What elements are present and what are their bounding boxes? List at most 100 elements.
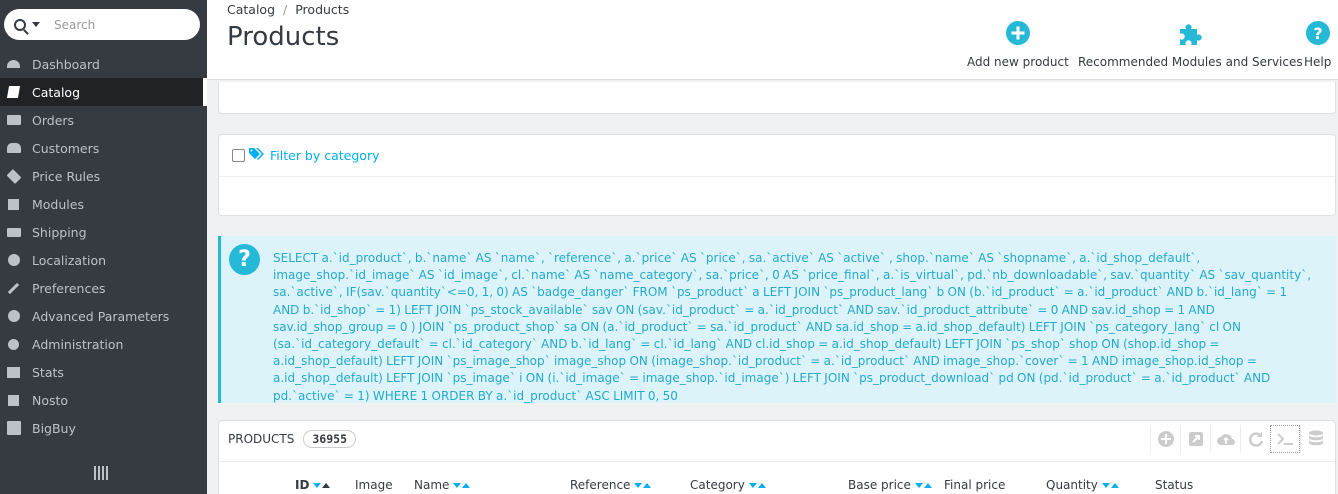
products-header: PRODUCTS 36955	[228, 430, 356, 448]
sidebar-item-administration[interactable]: Administration	[0, 330, 207, 358]
column-header-status: Status	[1155, 478, 1193, 492]
column-header-name[interactable]: Name	[414, 478, 471, 492]
add-icon[interactable]	[1150, 425, 1180, 453]
sidebar-item-label: Shipping	[32, 224, 87, 240]
products-list-panel: PRODUCTS 36955 ID Image Name Reference C…	[218, 420, 1336, 494]
column-label: Final price	[944, 478, 1006, 492]
credit-card-icon	[6, 114, 21, 127]
sidebar-item-label: Dashboard	[32, 56, 100, 72]
sort-icon[interactable]	[634, 482, 652, 488]
toolbar-label: Add new product	[967, 55, 1069, 69]
bar-chart-icon	[6, 366, 21, 379]
refresh-icon[interactable]	[1240, 425, 1270, 453]
sidebar-item-advanced-parameters[interactable]: Advanced Parameters	[0, 302, 207, 330]
sql-query-icon[interactable]	[1270, 425, 1300, 453]
help-button[interactable]: ? Help	[1304, 18, 1331, 69]
gear-icon	[6, 338, 21, 351]
toolbar-label: Recommended Modules and Services	[1078, 55, 1303, 69]
sidebar-item-catalog[interactable]: Catalog	[0, 78, 207, 106]
filter-by-category-panel: Filter by category	[218, 134, 1336, 216]
page-title: Products	[227, 22, 340, 52]
recommended-modules-button[interactable]: Recommended Modules and Services	[1078, 18, 1303, 69]
column-label: ID	[295, 478, 310, 492]
column-header-id[interactable]: ID	[295, 478, 331, 492]
sort-icon[interactable]	[1101, 482, 1119, 488]
sidebar-item-label: Catalog	[32, 84, 81, 100]
globe-icon	[6, 254, 21, 267]
book-icon	[6, 86, 21, 99]
search-input[interactable]	[54, 17, 174, 32]
wrench-icon	[6, 282, 21, 295]
export-icon[interactable]	[1180, 425, 1210, 453]
column-label: Reference	[570, 478, 631, 492]
sidebar-item-price-rules[interactable]: Price Rules	[0, 162, 207, 190]
puzzle-icon	[1078, 18, 1303, 48]
column-label: Image	[355, 478, 393, 492]
divider	[219, 461, 1335, 462]
sidebar-item-localization[interactable]: Localization	[0, 246, 207, 274]
sidebar-item-modules[interactable]: Modules	[0, 190, 207, 218]
filter-checkbox[interactable]	[232, 149, 245, 162]
help-icon: ?	[1304, 18, 1331, 48]
sort-icon[interactable]	[914, 482, 932, 488]
sql-query-alert: ? SELECT a.`id_product`, b.`name` AS `na…	[218, 236, 1336, 403]
database-icon[interactable]	[1300, 425, 1330, 453]
bigbuy-logo-icon	[6, 421, 21, 435]
list-toolbar	[1150, 425, 1330, 453]
sidebar-item-preferences[interactable]: Preferences	[0, 274, 207, 302]
sidebar-item-bigbuy[interactable]: BigBuy	[0, 414, 207, 442]
filter-header: Filter by category	[219, 135, 1335, 177]
column-label: Name	[414, 478, 450, 492]
cloud-upload-icon[interactable]	[1210, 425, 1240, 453]
breadcrumb-item: Products	[295, 2, 350, 17]
sidebar-item-label: Preferences	[32, 280, 106, 296]
sidebar: Dashboard Catalog Orders Customers Price…	[0, 0, 207, 494]
sidebar-item-nosto[interactable]: Nosto	[0, 386, 207, 414]
filter-by-category-link[interactable]: Filter by category	[270, 148, 379, 163]
search-box[interactable]	[4, 9, 200, 40]
breadcrumb-item[interactable]: Catalog	[227, 2, 275, 17]
sidebar-collapse-icon[interactable]	[94, 466, 108, 480]
column-label: Quantity	[1046, 478, 1098, 492]
sidebar-item-label: Customers	[32, 140, 100, 156]
toolbar-label: Help	[1304, 55, 1332, 69]
column-label: Base price	[848, 478, 911, 492]
add-new-product-button[interactable]: Add new product	[967, 18, 1069, 69]
column-header-category[interactable]: Category	[690, 478, 766, 492]
sidebar-item-label: Localization	[32, 252, 107, 268]
sidebar-item-label: Modules	[32, 196, 84, 212]
plus-circle-icon	[967, 18, 1069, 48]
column-header-reference[interactable]: Reference	[570, 478, 652, 492]
sidebar-item-orders[interactable]: Orders	[0, 106, 207, 134]
puzzle-icon	[6, 394, 21, 407]
sql-query-text: SELECT a.`id_product`, b.`name` AS `name…	[273, 251, 1312, 403]
sidebar-item-shipping[interactable]: Shipping	[0, 218, 207, 246]
cogs-icon	[6, 310, 21, 323]
sidebar-item-customers[interactable]: Customers	[0, 134, 207, 162]
search-icon[interactable]	[14, 18, 26, 31]
sort-icon[interactable]	[748, 482, 766, 488]
products-count-badge: 36955	[303, 430, 356, 448]
sidebar-item-label: BigBuy	[32, 420, 76, 436]
column-header-image: Image	[355, 478, 393, 492]
users-icon	[6, 142, 21, 155]
column-header-base-price[interactable]: Base price	[848, 478, 932, 492]
sidebar-menu: Dashboard Catalog Orders Customers Price…	[0, 50, 207, 442]
dashboard-icon	[6, 58, 21, 71]
chevron-down-icon[interactable]	[32, 22, 40, 27]
sidebar-item-dashboard[interactable]: Dashboard	[0, 50, 207, 78]
truck-icon	[6, 226, 21, 239]
page-header: Catalog / Products Products Add new produc…	[207, 0, 1338, 80]
puzzle-icon	[6, 198, 21, 211]
tags-icon	[6, 168, 21, 184]
svg-text:?: ?	[1313, 24, 1322, 43]
sort-icon[interactable]	[453, 482, 471, 488]
sidebar-item-label: Price Rules	[32, 168, 101, 184]
sort-icon[interactable]	[313, 482, 331, 488]
sidebar-item-label: Stats	[32, 364, 64, 380]
products-title: PRODUCTS	[228, 432, 295, 446]
sidebar-item-stats[interactable]: Stats	[0, 358, 207, 386]
column-header-quantity[interactable]: Quantity	[1046, 478, 1119, 492]
sidebar-item-label: Administration	[32, 336, 124, 352]
column-label: Category	[690, 478, 745, 492]
